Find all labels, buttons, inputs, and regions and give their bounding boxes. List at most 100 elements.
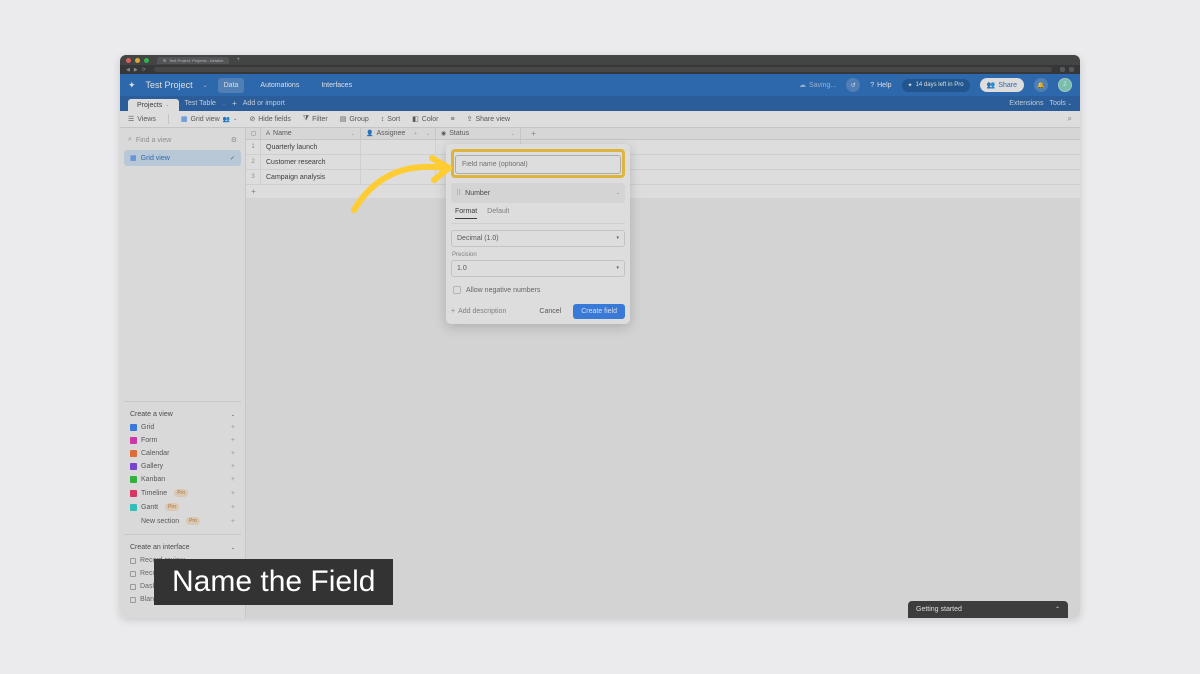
project-title[interactable]: Test Project	[146, 80, 193, 90]
trial-badge[interactable]: ✦14 days left in Pro	[902, 79, 970, 92]
find-view-input[interactable]: ⌕ Find a view ⚙	[124, 134, 241, 146]
group-button[interactable]: ▤Group	[340, 115, 369, 123]
window-minimize-icon[interactable]	[135, 58, 140, 63]
field-config-tabs: Format Default	[451, 208, 625, 224]
airtable-logo-icon[interactable]: ✦	[128, 80, 136, 91]
add-column-button[interactable]: +	[521, 128, 546, 139]
cell-assignee[interactable]	[361, 170, 436, 184]
sort-button[interactable]: ↕Sort	[381, 116, 400, 123]
tab-data[interactable]: Data	[218, 78, 245, 93]
notifications-icon[interactable]: 🔔	[1034, 78, 1048, 92]
tools-link[interactable]: Tools⌄	[1049, 100, 1072, 107]
cell-assignee[interactable]	[361, 140, 436, 154]
table-row[interactable]: 3 Campaign analysis	[246, 170, 1080, 185]
cell-name[interactable]: Customer research	[261, 155, 361, 169]
table-tab-projects[interactable]: Projects⌄	[128, 99, 179, 111]
cell-name[interactable]: Quarterly launch	[261, 140, 361, 154]
menu-icon: ☰	[128, 115, 134, 123]
help-link[interactable]: ?Help	[870, 82, 891, 89]
select-all-checkbox[interactable]	[246, 128, 261, 139]
view-type-gantt[interactable]: GanttPro+	[126, 500, 239, 514]
create-field-button[interactable]: Create field	[573, 304, 625, 319]
add-table-button[interactable]: +	[232, 99, 237, 108]
forward-icon[interactable]: ▶	[134, 67, 138, 73]
row-number: 1	[246, 140, 261, 154]
add-description-button[interactable]: +Add description	[451, 308, 506, 315]
cell-assignee[interactable]	[361, 155, 436, 169]
window-zoom-icon[interactable]	[144, 58, 149, 63]
view-type-gallery[interactable]: Gallery+	[126, 460, 239, 473]
views-toggle[interactable]: ☰Views	[128, 115, 156, 123]
plus-icon: +	[451, 308, 455, 315]
view-type-form[interactable]: Form+	[126, 434, 239, 447]
view-type-grid[interactable]: Grid+	[126, 421, 239, 434]
add-row-button[interactable]: +	[246, 185, 261, 198]
extensions-link[interactable]: Extensions	[1009, 100, 1043, 107]
chevron-down-icon: ⌄	[1068, 101, 1072, 107]
search-icon[interactable]: ⌕	[1068, 114, 1072, 124]
plus-icon[interactable]: +	[414, 131, 417, 137]
column-header-status[interactable]: ◉Status⌄	[436, 128, 521, 139]
format-select[interactable]: Decimal (1.0)▾	[451, 230, 625, 247]
tab-title: Test Project: Projects - Airtable	[169, 58, 223, 63]
view-toolbar: ☰Views ▦Grid view👥⌄ ⊘Hide fields ⧩Filter…	[120, 111, 1080, 128]
view-type-kanban[interactable]: Kanban+	[126, 473, 239, 486]
chevron-down-icon: ⌄	[165, 102, 169, 108]
new-tab-button[interactable]: +	[233, 57, 243, 63]
back-icon[interactable]: ◀	[126, 67, 130, 73]
tab-interfaces[interactable]: Interfaces	[315, 78, 358, 93]
field-name-input[interactable]	[455, 155, 621, 174]
tab-default[interactable]: Default	[487, 208, 509, 219]
extension-icon[interactable]	[1069, 67, 1074, 72]
chevron-up-icon: ⌃	[1055, 606, 1060, 613]
getting-started-panel[interactable]: Getting started ⌃	[908, 601, 1068, 618]
avatar[interactable]: Z	[1058, 78, 1072, 92]
plus-icon: +	[231, 490, 235, 497]
share-button[interactable]: 👥Share	[980, 78, 1024, 92]
cell-name[interactable]: Campaign analysis	[261, 170, 361, 184]
column-header-name[interactable]: AName⌄	[261, 128, 361, 139]
add-import-link[interactable]: Add or import	[243, 100, 285, 107]
cancel-button[interactable]: Cancel	[533, 304, 567, 319]
view-type-calendar[interactable]: Calendar+	[126, 447, 239, 460]
precision-select[interactable]: 1.0▾	[451, 260, 625, 277]
plus-icon: +	[231, 424, 235, 431]
table-row[interactable]: 2 Customer research	[246, 155, 1080, 170]
row-height-button[interactable]: ≡	[451, 116, 455, 123]
share-view-button[interactable]: ⇪Share view	[467, 115, 511, 123]
table-tab-test[interactable]: Test Table	[185, 100, 216, 107]
layout-icon	[130, 584, 136, 590]
hide-fields-button[interactable]: ⊘Hide fields	[249, 115, 291, 123]
grid-view-selector[interactable]: ▦Grid view👥⌄	[181, 115, 238, 123]
view-type-timeline[interactable]: TimelinePro+	[126, 486, 239, 500]
window-close-icon[interactable]	[126, 58, 131, 63]
row-number: 3	[246, 170, 261, 184]
extension-icon[interactable]	[1060, 67, 1065, 72]
view-type-section[interactable]: New sectionPro+	[126, 514, 239, 528]
browser-tab[interactable]: Test Project: Projects - Airtable	[157, 57, 229, 64]
chevron-down-icon[interactable]: ⌄	[511, 131, 515, 137]
chevron-down-icon[interactable]: ⌄	[426, 131, 430, 137]
chevron-down-icon[interactable]: ⌄	[222, 101, 226, 107]
table-row[interactable]: 1 Quarterly launch	[246, 140, 1080, 155]
url-bar[interactable]	[154, 67, 1052, 72]
field-type-selector[interactable]: ⠿ Number ⌄	[451, 183, 625, 203]
grid-icon	[130, 424, 137, 431]
gear-icon[interactable]: ⚙	[231, 136, 237, 144]
create-view-header[interactable]: Create a view⌄	[126, 408, 239, 421]
chevron-down-icon[interactable]: ⌄	[203, 82, 208, 89]
add-row[interactable]: +	[246, 185, 1080, 198]
column-header-assignee[interactable]: 👤Assignee+⌄	[361, 128, 436, 139]
tab-automations[interactable]: Automations	[254, 78, 305, 93]
filter-button[interactable]: ⧩Filter	[303, 115, 328, 123]
chevron-down-icon[interactable]: ⌄	[351, 131, 355, 137]
timeline-icon	[130, 490, 137, 497]
tab-format[interactable]: Format	[455, 208, 477, 219]
create-interface-header[interactable]: Create an interface⌄	[126, 541, 239, 554]
field-name-highlight	[451, 149, 625, 178]
history-icon[interactable]: ↺	[846, 78, 860, 92]
color-button[interactable]: ◧Color	[412, 115, 438, 123]
reload-icon[interactable]: ⟳	[142, 67, 146, 73]
allow-negative-checkbox[interactable]: Allow negative numbers	[451, 282, 625, 300]
sidebar-view-grid[interactable]: ▦ Grid view ✓	[124, 150, 241, 166]
